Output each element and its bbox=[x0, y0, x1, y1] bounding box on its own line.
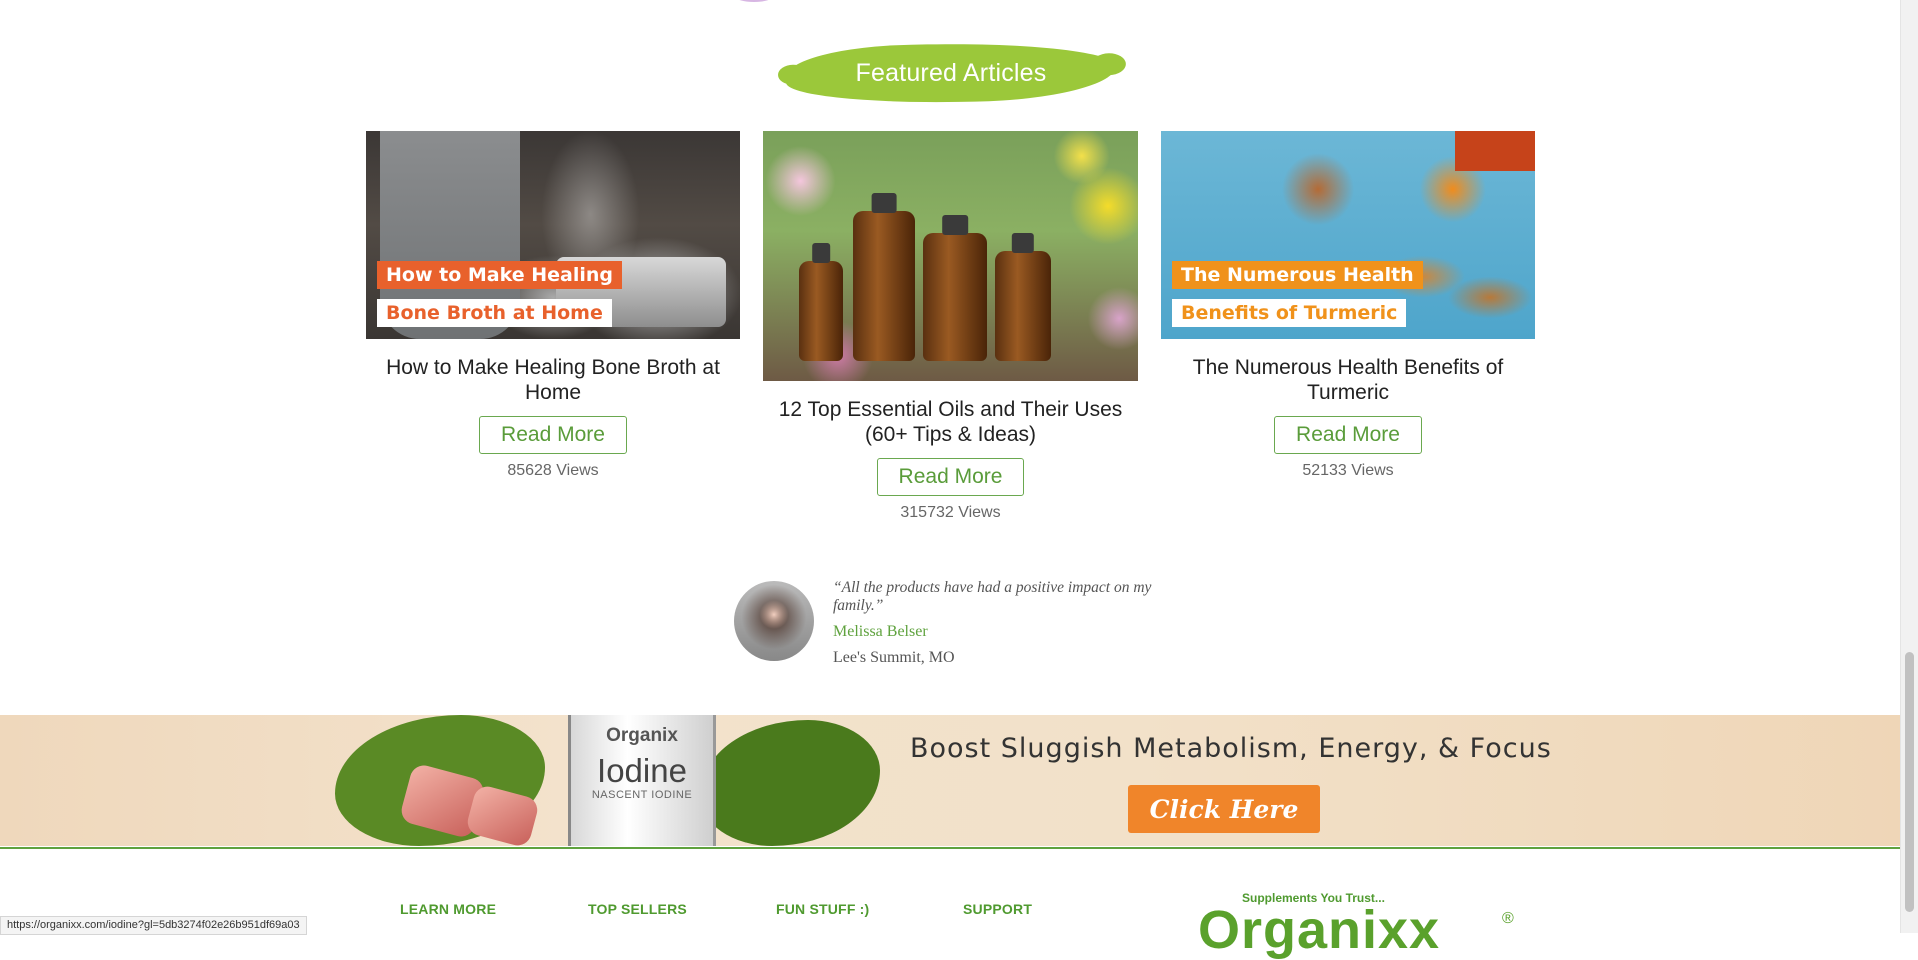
article-image[interactable]: How to Make Healing Bone Broth at Home bbox=[366, 131, 740, 339]
footer-link-fun-stuff[interactable]: FUN STUFF :) bbox=[776, 901, 869, 917]
oil-bottle bbox=[799, 261, 843, 361]
section-title: Featured Articles bbox=[855, 58, 1047, 87]
oil-bottle bbox=[923, 233, 987, 361]
article-card-essential-oils: 12 Top Essential Oils and Their Uses (60… bbox=[763, 131, 1138, 522]
article-image[interactable] bbox=[763, 131, 1138, 381]
image-label-line-1: How to Make Healing bbox=[377, 261, 622, 289]
article-image[interactable]: The Numerous Health Benefits of Turmeric bbox=[1161, 131, 1535, 339]
image-label-line-1: The Numerous Health bbox=[1172, 261, 1423, 289]
read-more-button[interactable]: Read More bbox=[876, 458, 1025, 496]
product-name: Iodine bbox=[597, 752, 687, 789]
product-brand: Organix bbox=[606, 725, 678, 746]
testimonial-name: Melissa Belser bbox=[833, 623, 928, 640]
leaf-decoration bbox=[700, 720, 880, 846]
oil-bottle bbox=[995, 251, 1051, 361]
oil-bottle bbox=[853, 211, 915, 361]
scrollbar-thumb[interactable] bbox=[1905, 652, 1914, 912]
iodine-promo-banner[interactable]: Organix Iodine NASCENT IODINE Boost Slug… bbox=[0, 715, 1901, 849]
article-title[interactable]: The Numerous Health Benefits of Turmeric bbox=[1171, 355, 1525, 405]
footer-link-learn-more[interactable]: LEARN MORE bbox=[400, 901, 496, 917]
product-subtitle: NASCENT IODINE bbox=[591, 789, 693, 801]
vertical-scrollbar[interactable] bbox=[1900, 0, 1918, 933]
iodine-product-bottle: Organix Iodine NASCENT IODINE bbox=[568, 715, 716, 846]
article-card-turmeric: The Numerous Health Benefits of Turmeric… bbox=[1161, 131, 1535, 480]
article-title[interactable]: 12 Top Essential Oils and Their Uses (60… bbox=[773, 397, 1128, 447]
view-count: 85628 Views bbox=[507, 462, 599, 479]
click-here-button[interactable]: Click Here bbox=[1128, 785, 1320, 833]
status-bar-url: https://organixx.com/iodine?gl=5db3274f0… bbox=[0, 916, 307, 935]
footer-link-top-sellers[interactable]: TOP SELLERS bbox=[588, 901, 687, 917]
image-label-line-2: Bone Broth at Home bbox=[377, 299, 612, 327]
footer-divider bbox=[0, 847, 1901, 849]
footer-link-support[interactable]: SUPPORT bbox=[963, 901, 1032, 917]
article-title[interactable]: How to Make Healing Bone Broth at Home bbox=[376, 355, 730, 405]
view-count: 52133 Views bbox=[1302, 462, 1394, 479]
testimonial-quote: “All the products have had a positive im… bbox=[833, 579, 1152, 614]
article-card-bone-broth: How to Make Healing Bone Broth at Home H… bbox=[366, 131, 740, 480]
banner-headline: Boost Sluggish Metabolism, Energy, & Foc… bbox=[910, 733, 1552, 764]
read-more-button[interactable]: Read More bbox=[479, 416, 627, 454]
read-more-button[interactable]: Read More bbox=[1274, 416, 1422, 454]
featured-articles-heading: Featured Articles bbox=[785, 41, 1117, 105]
view-count: 315732 Views bbox=[900, 504, 1001, 521]
registered-mark: ® bbox=[1502, 910, 1514, 927]
image-label-line-2: Benefits of Turmeric bbox=[1172, 299, 1407, 327]
testimonial-location: Lee's Summit, MO bbox=[833, 649, 955, 666]
testimonial-avatar bbox=[734, 581, 814, 661]
organixx-logo[interactable]: Organixx bbox=[1198, 900, 1440, 960]
decorative-blob bbox=[736, 0, 772, 2]
